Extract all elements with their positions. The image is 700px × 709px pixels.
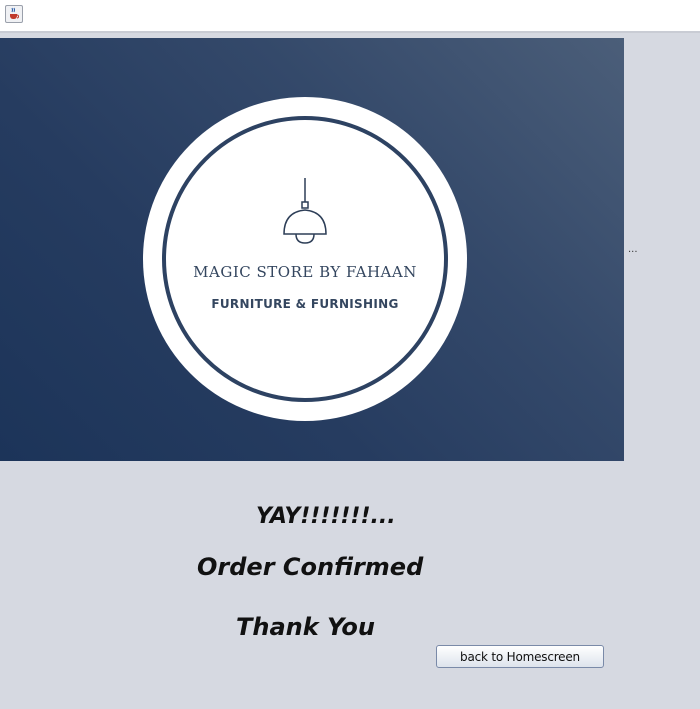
thank-you-message: Thank You bbox=[236, 613, 375, 641]
store-logo: MAGIC STORE BY FAHAAN FURNITURE & FURNIS… bbox=[143, 97, 467, 421]
back-to-homescreen-button[interactable]: back to Homescreen bbox=[436, 645, 604, 668]
yay-message: YAY!!!!!!!... bbox=[256, 504, 396, 529]
order-confirmed-message: Order Confirmed bbox=[197, 553, 424, 581]
java-cup-icon[interactable] bbox=[5, 5, 23, 23]
store-logo-inner-circle: MAGIC STORE BY FAHAAN FURNITURE & FURNIS… bbox=[162, 116, 448, 402]
window-titlebar bbox=[0, 0, 700, 33]
logo-title: MAGIC STORE BY FAHAAN bbox=[193, 263, 417, 281]
logo-subtitle: FURNITURE & FURNISHING bbox=[211, 297, 399, 311]
side-label: ... bbox=[628, 244, 638, 255]
store-banner: MAGIC STORE BY FAHAAN FURNITURE & FURNIS… bbox=[0, 38, 624, 461]
pendant-lamp-icon bbox=[283, 178, 327, 244]
